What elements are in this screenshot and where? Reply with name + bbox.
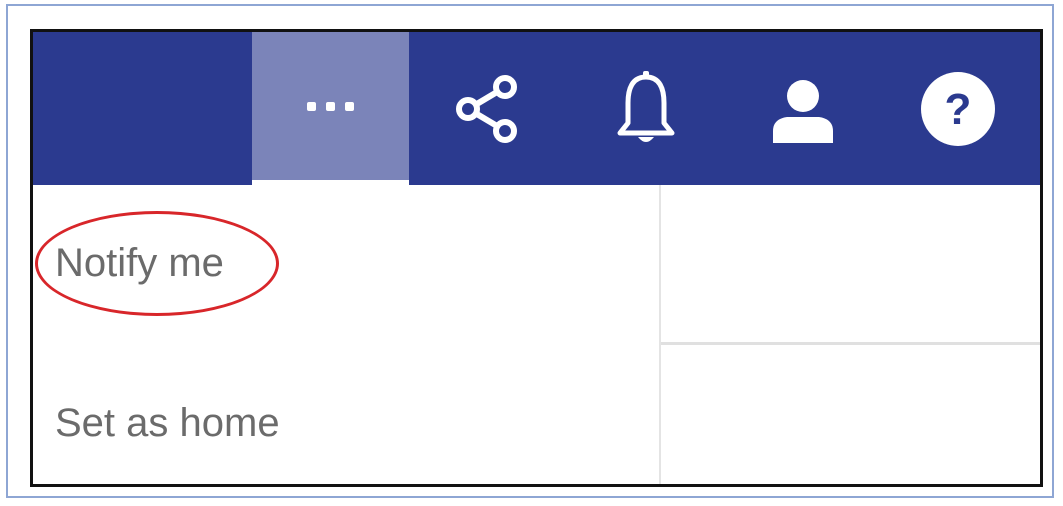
- user-icon: [773, 79, 833, 143]
- help-icon: ?: [921, 71, 995, 146]
- app-window: ? Notify me Set as home: [30, 29, 1043, 487]
- profile-button[interactable]: [748, 32, 858, 185]
- help-button[interactable]: ?: [903, 32, 1013, 185]
- more-horizontal-icon: [307, 102, 354, 111]
- side-panel: [659, 185, 1040, 484]
- side-panel-row: [661, 185, 1040, 345]
- top-toolbar: ?: [33, 32, 1040, 185]
- share-button[interactable]: [433, 32, 543, 185]
- more-options-menu: Notify me Set as home: [33, 185, 659, 484]
- side-panel-row: [661, 348, 1040, 484]
- svg-text:?: ?: [945, 85, 972, 134]
- more-options-button[interactable]: [252, 32, 409, 185]
- menu-item-notify-me[interactable]: Notify me: [55, 241, 224, 286]
- menu-item-set-as-home[interactable]: Set as home: [55, 401, 280, 446]
- share-icon: [456, 74, 517, 143]
- bell-icon: [617, 70, 675, 142]
- notifications-button[interactable]: [591, 32, 701, 185]
